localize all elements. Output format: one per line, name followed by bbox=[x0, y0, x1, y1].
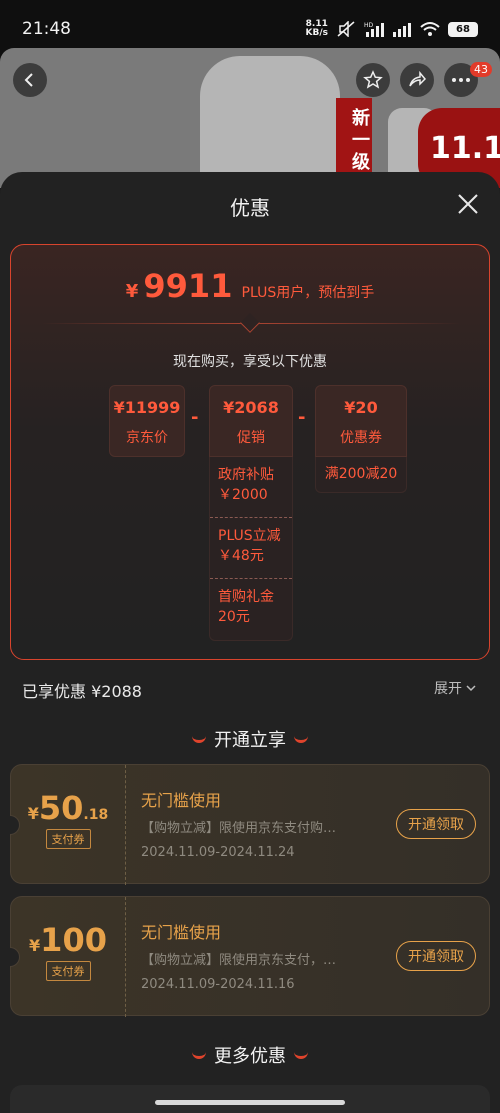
promo-detail-item: 首购礼金 20元 bbox=[210, 579, 292, 640]
share-icon bbox=[409, 70, 427, 87]
coupon-title: 无门槛使用 bbox=[141, 923, 222, 942]
coupon-currency: ¥ bbox=[29, 936, 41, 955]
calc-item-coupon: ¥20 优惠券 bbox=[315, 385, 407, 457]
coupon-card: ¥50.18 支付券 无门槛使用 【购物立减】限使用京东支付购… 2024.11… bbox=[10, 764, 490, 885]
promo-detail-item: PLUS立减 ￥48元 bbox=[210, 518, 292, 579]
calc-item-label: 京东价 bbox=[126, 430, 168, 446]
coupon-amount-area: ¥100 支付券 bbox=[11, 897, 126, 1017]
divider-arrow bbox=[240, 313, 260, 333]
promo-detail-name: 政府补贴 bbox=[218, 467, 274, 483]
svg-text:HD: HD bbox=[364, 22, 374, 29]
coupon-amount: ¥100 bbox=[11, 921, 125, 959]
favorite-button[interactable] bbox=[356, 63, 390, 97]
calc-item-label: 优惠券 bbox=[340, 430, 382, 446]
estimated-price-value: 9911 bbox=[143, 267, 233, 305]
coupon-integer: 50 bbox=[38, 789, 84, 827]
coupon-decimal: .18 bbox=[83, 807, 109, 823]
coupon-integer: 100 bbox=[40, 921, 107, 959]
sheet-title: 优惠 bbox=[230, 196, 270, 220]
next-offer-card bbox=[10, 1085, 490, 1113]
share-button[interactable] bbox=[400, 63, 434, 97]
promo-detail-item: 政府补贴 ￥2000 bbox=[210, 457, 292, 518]
promo-detail-name: 首购礼金 bbox=[218, 589, 274, 605]
message-count-badge: 43 bbox=[470, 62, 492, 77]
expand-label: 展开 bbox=[434, 681, 462, 697]
calc-item-value: ¥11999 bbox=[113, 398, 181, 417]
price-breakdown-card: ¥ 9911 PLUS用户，预估到手 现在购买，享受以下优惠 ¥11999 京东… bbox=[10, 244, 490, 660]
coupon-type-tag: 支付券 bbox=[45, 829, 91, 849]
coupon-detail: 满200减20 bbox=[315, 457, 407, 493]
network-speed: 8.11 KB/s bbox=[306, 20, 328, 38]
coupon-card: ¥100 支付券 无门槛使用 【购物立减】限使用京东支付，… 2024.11.0… bbox=[10, 896, 490, 1017]
coupon-validity: 2024.11.09-2024.11.24 bbox=[141, 845, 295, 860]
claim-coupon-button[interactable]: 开通领取 bbox=[396, 809, 476, 839]
section-title: 开通立享 bbox=[214, 730, 286, 751]
calc-item-label: 促销 bbox=[237, 430, 265, 446]
mute-icon bbox=[337, 21, 355, 37]
chevron-down-icon bbox=[466, 684, 476, 691]
back-icon bbox=[24, 73, 33, 87]
section-title: 更多优惠 bbox=[214, 1046, 286, 1067]
promo-detail-value: 20元 bbox=[218, 609, 250, 625]
coupon-currency: ¥ bbox=[27, 804, 39, 823]
calc-subtitle: 现在购买，享受以下优惠 bbox=[173, 354, 327, 370]
back-button[interactable] bbox=[13, 63, 47, 97]
coupon-validity: 2024.11.09-2024.11.16 bbox=[141, 977, 295, 992]
minus-operator: - bbox=[191, 407, 199, 428]
section-more-offers: 更多优惠 bbox=[0, 1042, 500, 1068]
minus-operator: - bbox=[298, 407, 306, 428]
coupon-description: 【购物立减】限使用京东支付，… bbox=[141, 953, 337, 968]
status-time: 21:48 bbox=[22, 19, 71, 39]
battery-level: 68 bbox=[456, 23, 470, 35]
estimated-currency: ¥ bbox=[125, 281, 139, 302]
close-icon[interactable] bbox=[456, 192, 480, 216]
promo-detail-name: PLUS立减 bbox=[218, 528, 281, 544]
coupon-amount-area: ¥50.18 支付券 bbox=[11, 765, 126, 885]
calc-item-value: ¥20 bbox=[344, 398, 378, 417]
home-indicator[interactable] bbox=[155, 1100, 345, 1105]
more-icon bbox=[452, 78, 470, 82]
coupon-description: 【购物立减】限使用京东支付购… bbox=[141, 821, 337, 836]
enjoyed-discount-text: 已享优惠 ¥2088 bbox=[22, 682, 142, 701]
net-speed-unit: KB/s bbox=[305, 28, 328, 38]
promotion-details: 政府补贴 ￥2000 PLUS立减 ￥48元 首购礼金 20元 bbox=[209, 457, 293, 641]
coupon-title: 无门槛使用 bbox=[141, 791, 222, 810]
wifi-icon bbox=[420, 22, 440, 36]
promo-detail-value: ￥2000 bbox=[218, 487, 268, 503]
smile-icon bbox=[294, 1051, 308, 1059]
hd-signal-icon: HD bbox=[364, 22, 384, 37]
claim-coupon-button[interactable]: 开通领取 bbox=[396, 941, 476, 971]
calc-item-promotion: ¥2068 促销 bbox=[209, 385, 293, 457]
estimated-price: ¥ 9911 PLUS用户，预估到手 bbox=[11, 267, 489, 305]
smile-icon bbox=[294, 735, 308, 743]
promo-detail-value: ￥48元 bbox=[218, 548, 264, 564]
calc-item-value: ¥2068 bbox=[223, 398, 279, 417]
favorite-icon bbox=[363, 70, 383, 89]
section-open-enjoy: 开通立享 bbox=[0, 726, 500, 752]
smile-icon bbox=[192, 735, 206, 743]
product-image bbox=[200, 56, 340, 188]
coupon-type-tag: 支付券 bbox=[45, 961, 91, 981]
estimated-price-label: PLUS用户，预估到手 bbox=[241, 285, 375, 301]
battery-icon: 68 bbox=[448, 21, 478, 37]
status-icons: 8.11 KB/s HD 68 bbox=[306, 20, 478, 38]
discount-sheet: 优惠 ¥ 9911 PLUS用户，预估到手 现在购买，享受以下优惠 ¥11999… bbox=[0, 172, 500, 1113]
expand-button[interactable]: 展开 bbox=[434, 678, 476, 698]
calc-item-jd-price: ¥11999 京东价 bbox=[109, 385, 185, 457]
smile-icon bbox=[192, 1051, 206, 1059]
signal-icon bbox=[393, 23, 411, 37]
coupon-amount: ¥50.18 bbox=[11, 789, 125, 827]
